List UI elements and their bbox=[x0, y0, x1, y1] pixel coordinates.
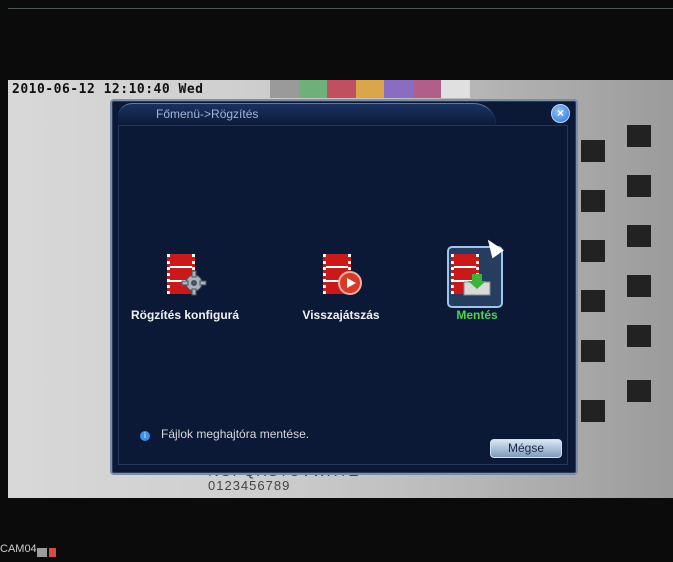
dialog-content: Rögzítés konfigurá Visszajátszás Mentés … bbox=[118, 125, 568, 465]
playback-icon bbox=[323, 250, 363, 300]
top-divider bbox=[8, 8, 673, 9]
record-config-gear-icon bbox=[167, 250, 207, 300]
menu-item-label: Visszajátszás bbox=[302, 308, 380, 322]
dialog-title-tab: Főmenü->Rögzítés bbox=[118, 103, 496, 126]
camera-status-icons bbox=[37, 544, 58, 562]
info-icon: i bbox=[140, 431, 150, 441]
menu-item-playback[interactable]: Visszajátszás bbox=[281, 250, 401, 330]
cancel-button[interactable]: Mégse bbox=[490, 439, 562, 458]
menu-item-backup[interactable]: Mentés bbox=[417, 246, 537, 330]
menu-item-label: Mentés bbox=[456, 308, 498, 322]
camera-timestamp: 2010-06-12 12:10:40 Wed bbox=[12, 82, 204, 97]
menu-item-label: Rögzítés konfigurá bbox=[130, 308, 239, 322]
dialog-title: Főmenü->Rögzítés bbox=[156, 107, 259, 121]
menu-item-record-config[interactable]: Rögzítés konfigurá bbox=[125, 250, 245, 330]
test-pattern-color-bars bbox=[270, 80, 471, 98]
close-button[interactable]: × bbox=[551, 104, 570, 123]
camera-label: CAM04 bbox=[0, 543, 37, 555]
test-pattern-grid bbox=[563, 80, 673, 498]
recording-menu-dialog: Főmenü->Rögzítés × Rögzítés konfigurá Vi… bbox=[110, 99, 578, 475]
test-pattern-digits: 0123456789 bbox=[208, 478, 291, 493]
backup-icon bbox=[447, 246, 503, 308]
hint-text: Fájlok meghajtóra mentése. bbox=[161, 427, 310, 441]
